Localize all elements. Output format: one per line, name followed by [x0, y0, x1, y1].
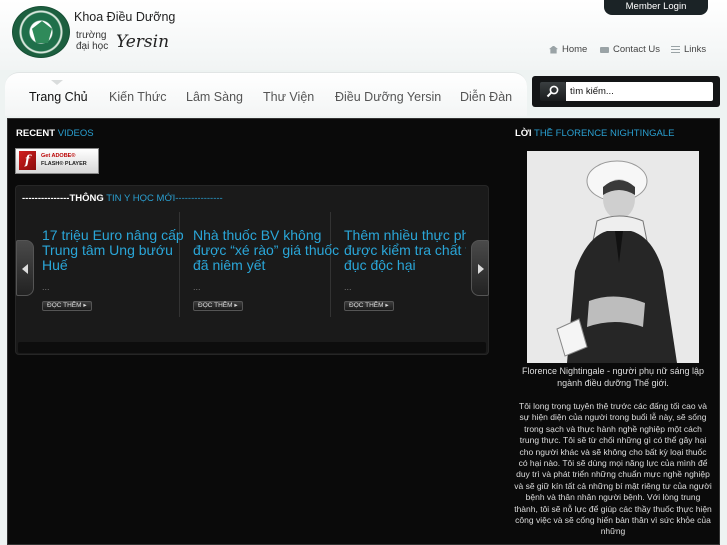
- portrait-illustration: [527, 151, 699, 363]
- search-button[interactable]: [540, 82, 566, 101]
- chevron-left-icon: [22, 264, 28, 274]
- portrait-caption: Florence Nightingale - người phụ nữ sáng…: [521, 366, 705, 388]
- news-heading-accent: TIN Y HỌC MỚI---------------: [103, 193, 223, 204]
- news-item: 17 triệu Euro nâng cấp Trung tâm Ung bướ…: [34, 210, 184, 320]
- top-link-label: Contact Us: [613, 44, 660, 55]
- news-viewport: 17 triệu Euro nâng cấp Trung tâm Ung bướ…: [34, 210, 466, 320]
- news-item-excerpt: ...: [42, 282, 50, 292]
- news-item: Nhà thuốc BV không được “xé rào” giá thu…: [185, 210, 339, 320]
- top-link-label: Home: [562, 44, 588, 55]
- news-item-excerpt: ...: [193, 282, 201, 292]
- news-heading: ---------------THÔNG TIN Y HỌC MỚI------…: [22, 193, 223, 204]
- brand-name: Yersin: [116, 32, 170, 52]
- recent-videos-heading: RECENT VIDEOS: [16, 128, 94, 139]
- flash-logo-icon: f: [19, 151, 36, 170]
- news-item: Thêm nhiều thực phẩm được kiểm tra chất …: [336, 210, 466, 320]
- oath-heading: LỜI THỀ FLORENCE NIGHTINGALE: [515, 128, 674, 139]
- top-link-label: Links: [684, 44, 707, 55]
- mail-icon: [600, 46, 609, 53]
- news-next-button[interactable]: [471, 240, 489, 296]
- heading-accent: VIDEOS: [55, 128, 94, 139]
- heading-bold: RECENT: [16, 128, 56, 139]
- logo-emblem-icon: [32, 21, 52, 43]
- heading-bold: LỜI: [515, 128, 532, 139]
- nav-item-dieu-duong-yersin[interactable]: Điều Dưỡng Yersin: [335, 90, 441, 104]
- read-more-button[interactable]: ĐỌC THÊM ▸: [193, 301, 243, 311]
- news-prev-button[interactable]: [16, 240, 34, 296]
- nav-item-kien-thuc[interactable]: Kiến Thức: [109, 90, 166, 104]
- top-link-home[interactable]: Home: [549, 44, 587, 55]
- top-link-links[interactable]: Links: [671, 44, 706, 55]
- brand-title: Khoa Điều Dưỡng: [74, 10, 176, 24]
- active-nav-indicator-icon: [51, 80, 63, 85]
- news-item-title[interactable]: 17 triệu Euro nâng cấp Trung tâm Ung bướ…: [42, 228, 192, 273]
- top-link-contact[interactable]: Contact Us: [600, 44, 660, 55]
- read-more-button[interactable]: ĐỌC THÊM ▸: [42, 301, 92, 311]
- news-slider-footer: [18, 342, 486, 353]
- list-icon: [671, 45, 680, 54]
- news-item-title[interactable]: Nhà thuốc BV không được “xé rào” giá thu…: [193, 228, 343, 273]
- university-logo[interactable]: [12, 6, 70, 58]
- search-input[interactable]: [566, 82, 713, 101]
- brand-subtitle-line1: trường: [76, 30, 107, 41]
- flash-badge-line1: Get ADOBE®: [41, 153, 76, 159]
- home-icon: [549, 45, 558, 54]
- heading-accent: THỀ FLORENCE NIGHTINGALE: [531, 128, 675, 139]
- nav-item-dien-dan[interactable]: Diễn Đàn: [460, 90, 512, 104]
- oath-text: Tôi long trọng tuyên thệ trước các đấng …: [514, 401, 712, 537]
- brand-subtitle-line2: đại học: [76, 41, 109, 52]
- chevron-right-icon: [478, 264, 484, 274]
- flash-badge-line2: FLASH® PLAYER: [41, 161, 87, 167]
- member-login-button[interactable]: Member Login: [604, 0, 708, 15]
- news-item-title[interactable]: Thêm nhiều thực phẩm được kiểm tra chất …: [344, 228, 466, 273]
- nav-item-trang-chu[interactable]: Trang Chủ: [29, 90, 88, 104]
- news-item-excerpt: ...: [344, 282, 352, 292]
- nav-item-lam-sang[interactable]: Lâm Sàng: [186, 90, 243, 104]
- search-icon: [546, 85, 559, 98]
- news-heading-bold: ---------------THÔNG: [22, 193, 104, 204]
- florence-nightingale-portrait: [527, 151, 699, 363]
- read-more-button[interactable]: ĐỌC THÊM ▸: [344, 301, 394, 311]
- nav-item-thu-vien[interactable]: Thư Viện: [263, 90, 314, 104]
